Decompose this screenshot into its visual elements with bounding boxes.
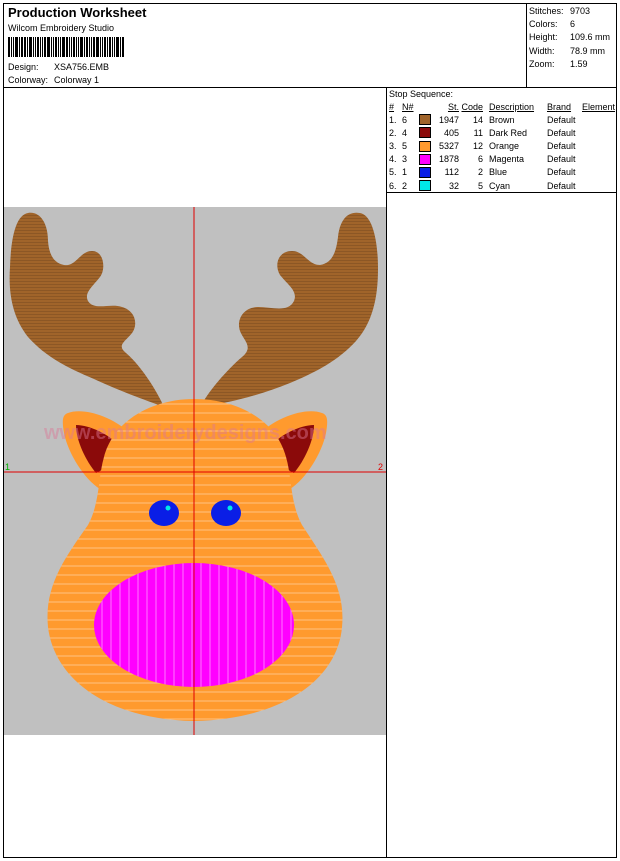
- color-description: Cyan: [489, 180, 511, 191]
- color-description: Magenta: [489, 154, 525, 165]
- colorway-row: Colorway: Colorway 1: [8, 75, 99, 85]
- swatch: [419, 140, 431, 152]
- stat-stitches: Stitches: 9703: [529, 6, 591, 16]
- software-name: Wilcom Embroidery Studio: [8, 23, 115, 33]
- element: [582, 153, 618, 166]
- left-antler: [9, 212, 164, 407]
- color-swatch: [419, 139, 433, 152]
- stat-colors: Colors: 6: [529, 19, 576, 30]
- stitch-count: 405: [443, 127, 459, 138]
- stitch-count: 32: [448, 180, 459, 191]
- thread-code: 12: [472, 140, 483, 151]
- left-eye: [149, 500, 179, 526]
- element: [582, 166, 618, 179]
- element: [582, 126, 618, 139]
- stitch-count: 1878: [438, 154, 459, 165]
- stats-divider: [526, 3, 527, 87]
- col-n: N#: [402, 102, 414, 112]
- stop-sequence-table: # N# St. Code Description Brand Element …: [389, 101, 618, 192]
- row-number: 2.: [389, 127, 397, 138]
- colorway-value: Colorway 1: [54, 75, 100, 85]
- stop-table-header: # N# St. Code Description Brand Element: [389, 101, 618, 113]
- right-eye: [211, 500, 241, 526]
- row-number: 3.: [389, 140, 397, 151]
- swatch: [419, 180, 431, 192]
- stitch-count: 5327: [438, 140, 459, 151]
- barcode: [8, 37, 131, 57]
- stat-zoom: Zoom: 1.59: [529, 58, 588, 69]
- col-element: Element: [582, 102, 616, 112]
- thread-code: 5: [477, 180, 483, 191]
- col-num: #: [389, 102, 395, 112]
- color-description: Dark Red: [489, 127, 528, 138]
- axis-left-label: 1: [5, 462, 10, 472]
- stop-sequence-title: Stop Sequence:: [389, 89, 454, 99]
- row-number: 1.: [389, 114, 397, 125]
- element: [582, 139, 618, 152]
- thread-brand: Default: [547, 114, 576, 125]
- col-description: Description: [489, 102, 535, 112]
- thread-code: 6: [477, 154, 483, 165]
- col-code: Code: [461, 102, 483, 112]
- design-value: XSA756.EMB: [54, 62, 110, 72]
- thread-code: 14: [472, 114, 483, 125]
- stop-row: 2. 4 405 11 Dark Red Default: [389, 126, 618, 139]
- right-antler: [200, 212, 378, 407]
- color-swatch: [419, 153, 433, 166]
- needle-number: 2: [402, 180, 408, 191]
- color-swatch: [419, 166, 433, 179]
- thread-brand: Default: [547, 140, 576, 151]
- stop-table-divider: [386, 192, 617, 193]
- stop-row: 1. 6 1947 14 Brown Default: [389, 113, 618, 126]
- axis-right-label: 2: [378, 462, 383, 472]
- stat-height: Height: 109.6 mm: [529, 32, 611, 43]
- color-swatch: [419, 179, 433, 192]
- header-divider: [3, 87, 617, 88]
- stats-panel: Stitches: 9703 Colors: 6 Height: 109.6 mm W…: [529, 5, 610, 71]
- thread-brand: Default: [547, 167, 576, 178]
- thread-brand: Default: [547, 154, 576, 165]
- stitch-count: 112: [444, 167, 459, 178]
- swatch: [419, 166, 431, 178]
- design-canvas: www.embroiderydesigns.com 1 2: [4, 207, 386, 735]
- needle-number: 5: [402, 140, 408, 151]
- row-number: 6.: [389, 180, 397, 191]
- stop-row: 6. 2 32 5 Cyan Default: [389, 179, 618, 192]
- row-number: 4.: [389, 154, 397, 165]
- design-row: Design: XSA756.EMB: [8, 62, 109, 72]
- stat-width: Width: 78.9 mm: [529, 45, 606, 56]
- stop-row: 4. 3 1878 6 Magenta Default: [389, 153, 618, 166]
- color-description: Blue: [489, 167, 508, 178]
- color-swatch: [419, 113, 433, 126]
- stop-row: 5. 1 112 2 Blue Default: [389, 166, 618, 179]
- needle-number: 4: [402, 127, 408, 138]
- swatch: [419, 114, 431, 126]
- colorway-label: Colorway:: [8, 75, 49, 85]
- needle-number: 3: [402, 154, 408, 165]
- needle-number: 6: [402, 114, 408, 125]
- watermark-text: www.embroiderydesigns.com: [43, 422, 327, 444]
- stop-row: 3. 5 5327 12 Orange Default: [389, 139, 618, 152]
- row-number: 5.: [389, 167, 397, 178]
- element: [582, 179, 618, 192]
- stitch-count: 1947: [438, 114, 459, 125]
- thread-brand: Default: [547, 180, 576, 191]
- element: [582, 113, 618, 126]
- color-description: Brown: [489, 114, 515, 125]
- swatch: [419, 153, 431, 165]
- swatch: [419, 127, 431, 139]
- thread-code: 2: [477, 167, 483, 178]
- design-label: Design:: [8, 62, 39, 72]
- col-brand: Brand: [547, 102, 572, 112]
- thread-code: 11: [473, 127, 483, 138]
- color-swatch: [419, 126, 433, 139]
- thread-brand: Default: [547, 127, 576, 138]
- color-description: Orange: [489, 140, 520, 151]
- column-divider: [386, 87, 387, 858]
- needle-number: 1: [402, 167, 408, 178]
- page-title: Production Worksheet: [8, 5, 147, 20]
- design-preview: www.embroiderydesigns.com 1 2: [4, 207, 386, 735]
- col-st: St.: [447, 102, 459, 112]
